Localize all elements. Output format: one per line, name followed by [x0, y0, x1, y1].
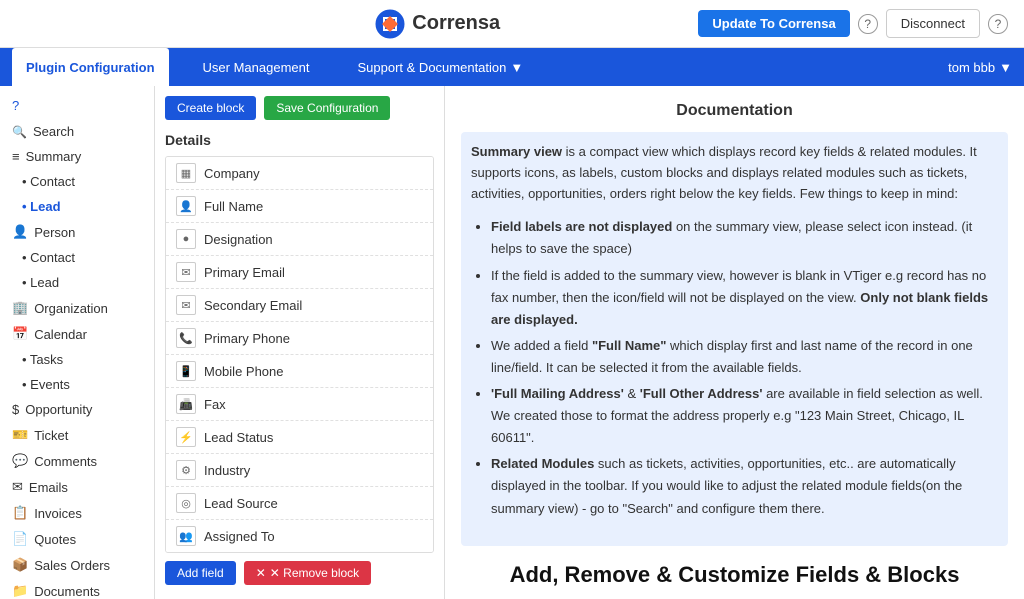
doc-big-title: Add, Remove & Customize Fields & Blocks — [461, 562, 1008, 588]
fullname-icon: 👤 — [176, 196, 196, 216]
details-block-actions: Add field ✕ ✕ Remove block — [165, 561, 434, 585]
sidebar-item-events[interactable]: • Events — [0, 372, 154, 397]
sidebar-item-emails[interactable]: ✉ Emails — [0, 474, 154, 500]
sales-orders-icon: 📦 — [12, 557, 28, 573]
sidebar-item-person-lead[interactable]: • Lead — [0, 270, 154, 295]
field-lead-status[interactable]: ⚡ Lead Status — [166, 421, 433, 454]
help-icon-2[interactable]: ? — [988, 14, 1008, 34]
sidebar-section-organization[interactable]: 🏢 Organization — [0, 295, 154, 321]
field-lead-source[interactable]: ◎ Lead Source — [166, 487, 433, 520]
org-icon: 🏢 — [12, 300, 28, 316]
industry-icon: ⚙ — [176, 460, 196, 480]
nav-tab-support[interactable]: Support & Documentation ▼ — [344, 52, 538, 83]
company-icon: ▦ — [176, 163, 196, 183]
nav-bar-left: Plugin Configuration User Management Sup… — [12, 48, 537, 86]
field-mobile-phone[interactable]: 📱 Mobile Phone — [166, 355, 433, 388]
nav-user[interactable]: tom bbb ▼ — [948, 60, 1012, 75]
documents-icon: 📁 — [12, 583, 28, 599]
doc-intro: Summary view is a compact view which dis… — [471, 142, 998, 204]
primary-phone-icon: 📞 — [176, 328, 196, 348]
lead-status-icon: ⚡ — [176, 427, 196, 447]
invoices-icon: 📋 — [12, 505, 28, 521]
doc-bullet-5: Related Modules such as tickets, activit… — [491, 453, 998, 519]
field-fax[interactable]: 📠 Fax — [166, 388, 433, 421]
details-block: Details ▦ Company 👤 Full Name ● Designat… — [165, 132, 434, 585]
logo: Corrensa — [374, 8, 500, 40]
save-config-button[interactable]: Save Configuration — [264, 96, 390, 120]
lead-source-icon: ◎ — [176, 493, 196, 513]
remove-block-button-details[interactable]: ✕ ✕ Remove block — [244, 561, 371, 585]
doc-bullet-1: Field labels are not displayed on the su… — [491, 216, 998, 260]
sidebar-item-ticket[interactable]: 🎫 Ticket — [0, 422, 154, 448]
doc-title: Documentation — [461, 102, 1008, 120]
sidebar-item-sales-orders[interactable]: 📦 Sales Orders — [0, 552, 154, 578]
secondary-email-icon: ✉ — [176, 295, 196, 315]
sidebar-item-invoices[interactable]: 📋 Invoices — [0, 500, 154, 526]
content-area: Create block Save Configuration Details … — [155, 86, 1024, 599]
sidebar-item-comments[interactable]: 💬 Comments — [0, 448, 154, 474]
primary-email-icon: ✉ — [176, 262, 196, 282]
sidebar-section-calendar[interactable]: 📅 Calendar — [0, 321, 154, 347]
update-button[interactable]: Update To Corrensa — [698, 10, 849, 37]
sidebar-item-person-contact[interactable]: • Contact — [0, 245, 154, 270]
calendar-icon: 📅 — [12, 326, 28, 342]
fax-icon: 📠 — [176, 394, 196, 414]
person-icon: 👤 — [12, 224, 28, 240]
sidebar-item-search[interactable]: 🔍 Search — [0, 119, 154, 144]
right-panel: Documentation Summary view is a compact … — [445, 86, 1024, 599]
mobile-phone-icon: 📱 — [176, 361, 196, 381]
field-assigned-to[interactable]: 👥 Assigned To — [166, 520, 433, 552]
top-bar-actions: Update To Corrensa ? Disconnect ? — [698, 9, 1008, 38]
field-primary-phone[interactable]: 📞 Primary Phone — [166, 322, 433, 355]
comments-icon: 💬 — [12, 453, 28, 469]
nav-tab-user-management[interactable]: User Management — [189, 52, 324, 83]
doc-bullet-4: 'Full Mailing Address' & 'Full Other Add… — [491, 383, 998, 449]
top-bar: Corrensa Update To Corrensa ? Disconnect… — [0, 0, 1024, 48]
doc-bullet-3: We added a field "Full Name" which displ… — [491, 335, 998, 379]
sidebar-item-summary-contact[interactable]: • Contact — [0, 169, 154, 194]
ticket-icon: 🎫 — [12, 427, 28, 443]
logo-icon — [374, 8, 406, 40]
sidebar-item-summary-lead[interactable]: • Lead — [0, 194, 154, 219]
disconnect-button[interactable]: Disconnect — [886, 9, 980, 38]
sidebar-item-opportunity[interactable]: $ Opportunity — [0, 397, 154, 422]
field-primary-email[interactable]: ✉ Primary Email — [166, 256, 433, 289]
logo-text: Corrensa — [412, 12, 500, 35]
field-industry[interactable]: ⚙ Industry — [166, 454, 433, 487]
nav-bar: Plugin Configuration User Management Sup… — [0, 48, 1024, 86]
opportunity-icon: $ — [12, 402, 19, 417]
help-icon-1[interactable]: ? — [858, 14, 878, 34]
sidebar-item-tasks[interactable]: • Tasks — [0, 347, 154, 372]
emails-icon: ✉ — [12, 479, 23, 495]
sidebar-item-quotes[interactable]: 📄 Quotes — [0, 526, 154, 552]
doc-bullet-2: If the field is added to the summary vie… — [491, 265, 998, 331]
designation-icon: ● — [176, 229, 196, 249]
sidebar-help[interactable]: ? — [0, 92, 154, 119]
sidebar-item-documents[interactable]: 📁 Documents — [0, 578, 154, 599]
main-layout: ? 🔍 Search ≡ Summary • Contact • Lead 👤 … — [0, 86, 1024, 599]
field-full-name[interactable]: 👤 Full Name — [166, 190, 433, 223]
field-designation[interactable]: ● Designation — [166, 223, 433, 256]
sidebar-section-summary[interactable]: ≡ Summary — [0, 144, 154, 169]
summary-icon: ≡ — [12, 149, 20, 164]
add-field-button-details[interactable]: Add field — [165, 561, 236, 585]
field-secondary-email[interactable]: ✉ Secondary Email — [166, 289, 433, 322]
sidebar: ? 🔍 Search ≡ Summary • Contact • Lead 👤 … — [0, 86, 155, 599]
quotes-icon: 📄 — [12, 531, 28, 547]
left-panel: Create block Save Configuration Details … — [155, 86, 445, 599]
search-icon: 🔍 — [12, 125, 27, 139]
panel-toolbar: Create block Save Configuration — [165, 96, 434, 120]
doc-intro-section: Summary view is a compact view which dis… — [461, 132, 1008, 546]
details-block-title: Details — [165, 132, 434, 148]
sidebar-section-person[interactable]: 👤 Person — [0, 219, 154, 245]
nav-tab-plugin-config[interactable]: Plugin Configuration — [12, 48, 169, 86]
field-company[interactable]: ▦ Company — [166, 157, 433, 190]
details-field-list: ▦ Company 👤 Full Name ● Designation ✉ Pr… — [165, 156, 434, 553]
assigned-to-icon: 👥 — [176, 526, 196, 546]
doc-bullets: Field labels are not displayed on the su… — [471, 216, 998, 519]
create-block-button[interactable]: Create block — [165, 96, 256, 120]
